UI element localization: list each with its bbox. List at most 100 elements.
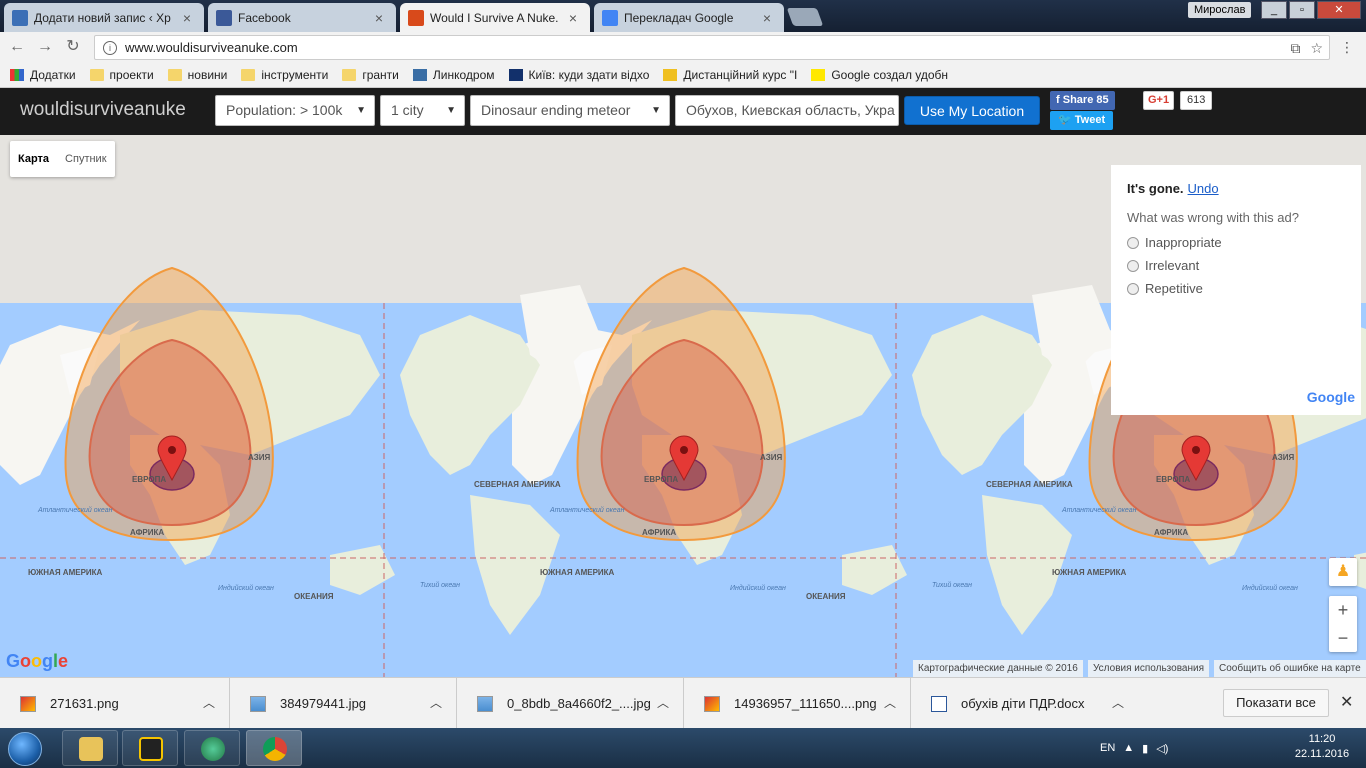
tab-google-translate[interactable]: Перекладач Google × [594, 3, 784, 32]
chevron-down-icon: ▼ [356, 105, 366, 116]
language-indicator[interactable]: EN [1100, 742, 1115, 754]
browser-menu-icon[interactable]: ⋮ [1340, 39, 1354, 56]
show-all-downloads-button[interactable]: Показати все [1223, 689, 1329, 717]
tab-would-i-survive[interactable]: Would I Survive A Nuke. × [400, 3, 590, 32]
download-item[interactable]: 14936957_111650....png ︿ [684, 678, 911, 729]
chevron-up-icon[interactable]: ︿ [884, 694, 896, 711]
folder-icon [79, 737, 103, 761]
download-item[interactable]: 0_8bdb_8a4660f2_....jpg ︿ [457, 678, 684, 729]
maximize-button[interactable]: ▫ [1289, 1, 1315, 19]
download-filename: обухів діти ПДР.docx [961, 696, 1085, 711]
tab-label: Додати новий запис ‹ Хр [34, 10, 171, 25]
map-type-map-button[interactable]: Карта [10, 141, 57, 177]
bookmark-label: Дистанційний курс "І [683, 67, 798, 82]
show-hidden-icons-icon[interactable]: ▲ [1123, 742, 1134, 754]
start-button[interactable] [8, 732, 42, 766]
close-window-button[interactable]: ✕ [1317, 1, 1361, 19]
system-tray: EN ▲ ▮ ◁) [1100, 728, 1168, 768]
use-my-location-button[interactable]: Use My Location [904, 96, 1040, 125]
facebook-share-button[interactable]: f Share 85 [1050, 91, 1115, 110]
report-error-link[interactable]: Сообщить об ошибке на карте [1214, 660, 1366, 677]
taskbar-app[interactable] [184, 730, 240, 766]
chevron-up-icon[interactable]: ︿ [657, 694, 669, 711]
bookmark-folder-projects[interactable]: проекти [89, 68, 154, 82]
download-filename: 384979441.jpg [280, 696, 367, 711]
bookmark-folder-grants[interactable]: гранти [342, 68, 399, 82]
chevron-up-icon[interactable]: ︿ [1112, 694, 1124, 711]
back-arrow-icon[interactable]: ← [8, 38, 26, 56]
map-type-satellite-button[interactable]: Спутник [57, 141, 114, 177]
label-north-america: СЕВЕРНАЯ АМЕРИКА [986, 480, 1073, 489]
tweet-button[interactable]: 🐦 Tweet [1050, 111, 1114, 130]
close-tab-icon[interactable]: × [180, 10, 194, 26]
ad-undo-link[interactable]: Undo [1188, 181, 1219, 196]
location-input[interactable]: Обухов, Киевская область, Укра [675, 95, 899, 126]
label-europe: ЕВРОПА [132, 475, 166, 484]
ad-option-repetitive[interactable]: Repetitive [1127, 281, 1345, 296]
bookmark-kyiv[interactable]: Київ: куди здати відхо [508, 68, 649, 82]
population-value: Population: > 100k [226, 102, 343, 118]
bookmark-course[interactable]: Дистанційний курс "І [663, 68, 797, 82]
label-indian: Индийский океан [218, 584, 274, 592]
population-select[interactable]: Population: > 100k ▼ [215, 95, 375, 126]
forward-arrow-icon[interactable]: → [36, 38, 54, 56]
fb-share-label: Share 85 [1062, 94, 1109, 106]
weapon-select[interactable]: Dinosaur ending meteor ▼ [470, 95, 670, 126]
download-item[interactable]: 384979441.jpg ︿ [230, 678, 457, 729]
bookmark-linkodrom[interactable]: Линкодром [412, 68, 495, 82]
downloads-bar: 271631.png ︿ 384979441.jpg ︿ 0_8bdb_8a46… [0, 677, 1366, 729]
translate-icon[interactable]: ⧉ [1290, 40, 1300, 57]
download-filename: 14936957_111650....png [734, 696, 877, 711]
taskbar-explorer[interactable] [62, 730, 118, 766]
zoom-out-button[interactable]: − [1329, 624, 1357, 652]
close-downloads-icon[interactable]: ✕ [1340, 692, 1353, 712]
profile-button[interactable]: Мирослав [1188, 2, 1252, 18]
close-tab-icon[interactable]: × [760, 10, 774, 26]
ad-option-inappropriate[interactable]: Inappropriate [1127, 235, 1345, 250]
map-canvas[interactable]: ЕВРОПА ЕВРОПА ЕВРОПА АЗИЯ АЗИЯ АЗИЯ АФРИ… [0, 135, 1366, 677]
close-tab-icon[interactable]: × [372, 10, 386, 26]
close-tab-icon[interactable]: × [566, 10, 580, 26]
city-count-select[interactable]: 1 city ▼ [380, 95, 465, 126]
bookmark-folder-news[interactable]: новини [167, 68, 227, 82]
label-atlantic: Атлантический океан [1061, 506, 1137, 514]
bookmark-google-created[interactable]: Google создал удобн [811, 68, 948, 82]
course-icon [663, 68, 678, 81]
label-africa: АФРИКА [130, 528, 164, 537]
ad-option-irrelevant[interactable]: Irrelevant [1127, 258, 1345, 273]
google-plus-button[interactable]: G+1 [1143, 91, 1175, 110]
ad-question: What was wrong with this ad? [1127, 210, 1299, 225]
address-bar[interactable]: i www.wouldisurviveanuke.com ⧉ ☆ [94, 35, 1330, 60]
download-item[interactable]: обухів діти ПДР.docx ︿ [911, 678, 1138, 729]
site-info-icon[interactable]: i [103, 40, 117, 55]
tweet-label: Tweet [1074, 114, 1106, 126]
taskbar-app[interactable] [122, 730, 178, 766]
radio-icon [1127, 282, 1139, 295]
tab-facebook[interactable]: Facebook × [208, 3, 396, 32]
map-data-attribution[interactable]: Картографические данные © 2016 [913, 660, 1083, 677]
bookmark-star-icon[interactable]: ☆ [1310, 40, 1323, 57]
system-clock[interactable]: 11:20 22.11.2016 [1292, 732, 1352, 762]
tab-wordpress[interactable]: Додати новий запис ‹ Хр × [4, 3, 204, 32]
street-view-pegman-icon[interactable]: ♟ [1329, 558, 1357, 586]
taskbar-chrome[interactable] [246, 730, 302, 766]
chevron-up-icon[interactable]: ︿ [430, 694, 442, 711]
facebook-icon [216, 9, 232, 26]
minimize-button[interactable]: _ [1261, 1, 1287, 19]
reload-icon[interactable]: ↻ [64, 38, 82, 56]
weapon-value: Dinosaur ending meteor [481, 102, 631, 118]
chevron-up-icon[interactable]: ︿ [203, 694, 215, 711]
bookmark-apps[interactable]: Додатки [10, 68, 76, 82]
ad-feedback-panel: It's gone. Undo What was wrong with this … [1111, 165, 1361, 415]
volume-icon[interactable]: ◁) [1156, 742, 1168, 755]
network-icon[interactable]: ▮ [1142, 742, 1148, 755]
download-item[interactable]: 271631.png ︿ [0, 678, 230, 729]
image-file-icon [477, 695, 493, 712]
new-tab-button[interactable] [786, 8, 824, 26]
tab-label: Facebook [238, 10, 291, 25]
url-text: www.wouldisurviveanuke.com [125, 40, 298, 55]
terms-of-use-link[interactable]: Условия использования [1088, 660, 1209, 677]
zoom-in-button[interactable]: + [1329, 596, 1357, 624]
site-logo[interactable]: wouldisurviveanuke [20, 99, 186, 121]
bookmark-folder-tools[interactable]: інструменти [241, 68, 328, 82]
